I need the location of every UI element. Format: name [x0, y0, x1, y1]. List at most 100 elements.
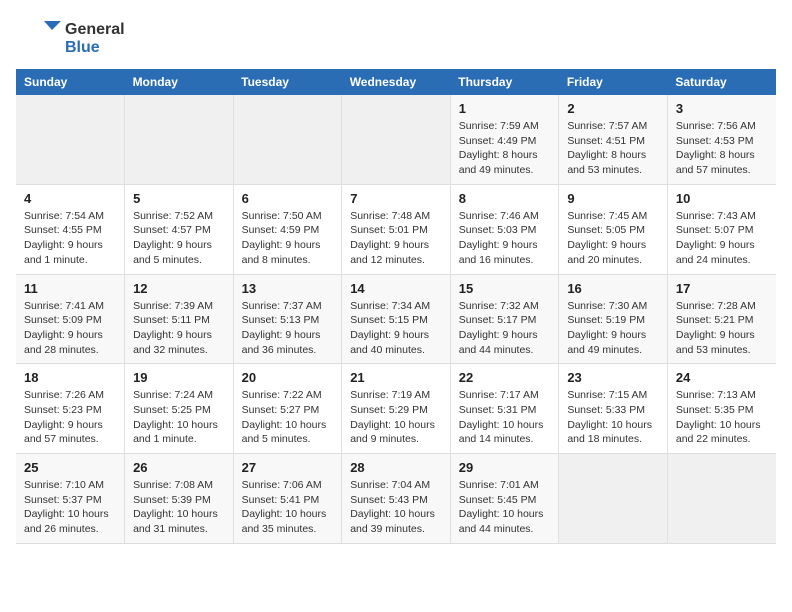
- day-info: Sunrise: 7:52 AMSunset: 4:57 PMDaylight:…: [133, 209, 225, 268]
- calendar-cell: 7 Sunrise: 7:48 AMSunset: 5:01 PMDaylight…: [342, 184, 451, 274]
- day-info: Sunrise: 7:48 AMSunset: 5:01 PMDaylight:…: [350, 209, 442, 268]
- calendar-cell: 10 Sunrise: 7:43 AMSunset: 5:07 PMDayligh…: [667, 184, 776, 274]
- calendar-cell: 1 Sunrise: 7:59 AMSunset: 4:49 PMDaylight…: [450, 95, 559, 184]
- day-number: 9: [567, 191, 659, 206]
- calendar-cell: 13 Sunrise: 7:37 AMSunset: 5:13 PMDayligh…: [233, 274, 342, 364]
- day-number: 8: [459, 191, 551, 206]
- day-number: 26: [133, 460, 225, 475]
- day-info: Sunrise: 7:59 AMSunset: 4:49 PMDaylight:…: [459, 119, 551, 178]
- calendar-cell: 2Sunrise: 7:57 AMSunset: 4:51 PMDaylight…: [559, 95, 668, 184]
- calendar-cell: 9 Sunrise: 7:45 AMSunset: 5:05 PMDaylight…: [559, 184, 668, 274]
- calendar-cell: [125, 95, 234, 184]
- header-thursday: Thursday: [450, 69, 559, 95]
- day-info: Sunrise: 7:50 AMSunset: 4:59 PMDaylight:…: [242, 209, 334, 268]
- calendar-cell: 11Sunrise: 7:41 AMSunset: 5:09 PMDayligh…: [16, 274, 125, 364]
- calendar-header-row: SundayMondayTuesdayWednesdayThursdayFrid…: [16, 69, 776, 95]
- day-info: Sunrise: 7:32 AMSunset: 5:17 PMDaylight:…: [459, 299, 551, 358]
- day-number: 21: [350, 370, 442, 385]
- day-info: Sunrise: 7:10 AMSunset: 5:37 PMDaylight:…: [24, 478, 116, 537]
- calendar-cell: [233, 95, 342, 184]
- day-info: Sunrise: 7:19 AMSunset: 5:29 PMDaylight:…: [350, 388, 442, 447]
- day-number: 15: [459, 281, 551, 296]
- day-number: 27: [242, 460, 334, 475]
- calendar-cell: 17 Sunrise: 7:28 AMSunset: 5:21 PMDayligh…: [667, 274, 776, 364]
- day-number: 13: [242, 281, 334, 296]
- day-number: 18: [24, 370, 116, 385]
- header-wednesday: Wednesday: [342, 69, 451, 95]
- day-info: Sunrise: 7:37 AMSunset: 5:13 PMDaylight:…: [242, 299, 334, 358]
- calendar-cell: 20 Sunrise: 7:22 AMSunset: 5:27 PMDayligh…: [233, 364, 342, 454]
- day-info: Sunrise: 7:56 AMSunset: 4:53 PMDaylight:…: [676, 119, 768, 178]
- day-info: Sunrise: 7:34 AMSunset: 5:15 PMDaylight:…: [350, 299, 442, 358]
- day-number: 4: [24, 191, 116, 206]
- logo: GeneralBlue: [16, 16, 125, 61]
- day-number: 22: [459, 370, 551, 385]
- day-info: Sunrise: 7:22 AMSunset: 5:27 PMDaylight:…: [242, 388, 334, 447]
- day-info: Sunrise: 7:43 AMSunset: 5:07 PMDaylight:…: [676, 209, 768, 268]
- calendar-cell: 27Sunrise: 7:06 AMSunset: 5:41 PMDayligh…: [233, 454, 342, 544]
- day-info: Sunrise: 7:01 AMSunset: 5:45 PMDaylight:…: [459, 478, 551, 537]
- logo-svg: [16, 16, 61, 61]
- day-number: 5: [133, 191, 225, 206]
- logo-text: GeneralBlue: [65, 21, 125, 56]
- calendar-cell: 12Sunrise: 7:39 AMSunset: 5:11 PMDayligh…: [125, 274, 234, 364]
- day-number: 16: [567, 281, 659, 296]
- calendar-cell: 6 Sunrise: 7:50 AMSunset: 4:59 PMDaylight…: [233, 184, 342, 274]
- header-monday: Monday: [125, 69, 234, 95]
- header-saturday: Saturday: [667, 69, 776, 95]
- calendar-cell: 24 Sunrise: 7:13 AMSunset: 5:35 PMDayligh…: [667, 364, 776, 454]
- day-info: Sunrise: 7:24 AMSunset: 5:25 PMDaylight:…: [133, 388, 225, 447]
- day-number: 14: [350, 281, 442, 296]
- calendar-cell: 22Sunrise: 7:17 AMSunset: 5:31 PMDayligh…: [450, 364, 559, 454]
- day-number: 23: [567, 370, 659, 385]
- day-number: 7: [350, 191, 442, 206]
- calendar-cell: 15 Sunrise: 7:32 AMSunset: 5:17 PMDayligh…: [450, 274, 559, 364]
- calendar-cell: [667, 454, 776, 544]
- day-info: Sunrise: 7:30 AMSunset: 5:19 PMDaylight:…: [567, 299, 659, 358]
- day-number: 10: [676, 191, 768, 206]
- calendar-week-1: 4 Sunrise: 7:54 AMSunset: 4:55 PMDaylight…: [16, 184, 776, 274]
- day-info: Sunrise: 7:41 AMSunset: 5:09 PMDaylight:…: [24, 299, 116, 358]
- day-info: Sunrise: 7:45 AMSunset: 5:05 PMDaylight:…: [567, 209, 659, 268]
- day-info: Sunrise: 7:13 AMSunset: 5:35 PMDaylight:…: [676, 388, 768, 447]
- day-number: 20: [242, 370, 334, 385]
- calendar-cell: 16 Sunrise: 7:30 AMSunset: 5:19 PMDayligh…: [559, 274, 668, 364]
- header-tuesday: Tuesday: [233, 69, 342, 95]
- calendar-cell: 14 Sunrise: 7:34 AMSunset: 5:15 PMDayligh…: [342, 274, 451, 364]
- day-info: Sunrise: 7:26 AMSunset: 5:23 PMDaylight:…: [24, 388, 116, 447]
- calendar-week-4: 25 Sunrise: 7:10 AMSunset: 5:37 PMDayligh…: [16, 454, 776, 544]
- day-info: Sunrise: 7:08 AMSunset: 5:39 PMDaylight:…: [133, 478, 225, 537]
- calendar-cell: 19 Sunrise: 7:24 AMSunset: 5:25 PMDayligh…: [125, 364, 234, 454]
- day-number: 19: [133, 370, 225, 385]
- calendar-table: SundayMondayTuesdayWednesdayThursdayFrid…: [16, 69, 776, 544]
- calendar-week-2: 11Sunrise: 7:41 AMSunset: 5:09 PMDayligh…: [16, 274, 776, 364]
- day-number: 6: [242, 191, 334, 206]
- calendar-week-0: 1 Sunrise: 7:59 AMSunset: 4:49 PMDaylight…: [16, 95, 776, 184]
- calendar-cell: 21 Sunrise: 7:19 AMSunset: 5:29 PMDayligh…: [342, 364, 451, 454]
- day-number: 17: [676, 281, 768, 296]
- day-number: 24: [676, 370, 768, 385]
- calendar-cell: 8Sunrise: 7:46 AMSunset: 5:03 PMDaylight…: [450, 184, 559, 274]
- calendar-cell: 23Sunrise: 7:15 AMSunset: 5:33 PMDayligh…: [559, 364, 668, 454]
- calendar-cell: 28Sunrise: 7:04 AMSunset: 5:43 PMDayligh…: [342, 454, 451, 544]
- header-friday: Friday: [559, 69, 668, 95]
- calendar-cell: 25 Sunrise: 7:10 AMSunset: 5:37 PMDayligh…: [16, 454, 125, 544]
- calendar-cell: [559, 454, 668, 544]
- day-number: 1: [459, 101, 551, 116]
- day-info: Sunrise: 7:28 AMSunset: 5:21 PMDaylight:…: [676, 299, 768, 358]
- calendar-cell: 5 Sunrise: 7:52 AMSunset: 4:57 PMDaylight…: [125, 184, 234, 274]
- calendar-cell: 4 Sunrise: 7:54 AMSunset: 4:55 PMDaylight…: [16, 184, 125, 274]
- day-info: Sunrise: 7:04 AMSunset: 5:43 PMDaylight:…: [350, 478, 442, 537]
- day-info: Sunrise: 7:57 AMSunset: 4:51 PMDaylight:…: [567, 119, 659, 178]
- calendar-cell: [16, 95, 125, 184]
- header-sunday: Sunday: [16, 69, 125, 95]
- page-header: GeneralBlue: [16, 16, 776, 61]
- calendar-cell: 29 Sunrise: 7:01 AMSunset: 5:45 PMDayligh…: [450, 454, 559, 544]
- day-number: 25: [24, 460, 116, 475]
- day-number: 12: [133, 281, 225, 296]
- day-info: Sunrise: 7:54 AMSunset: 4:55 PMDaylight:…: [24, 209, 116, 268]
- calendar-cell: 18 Sunrise: 7:26 AMSunset: 5:23 PMDayligh…: [16, 364, 125, 454]
- calendar-week-3: 18 Sunrise: 7:26 AMSunset: 5:23 PMDayligh…: [16, 364, 776, 454]
- day-number: 29: [459, 460, 551, 475]
- calendar-cell: 26 Sunrise: 7:08 AMSunset: 5:39 PMDayligh…: [125, 454, 234, 544]
